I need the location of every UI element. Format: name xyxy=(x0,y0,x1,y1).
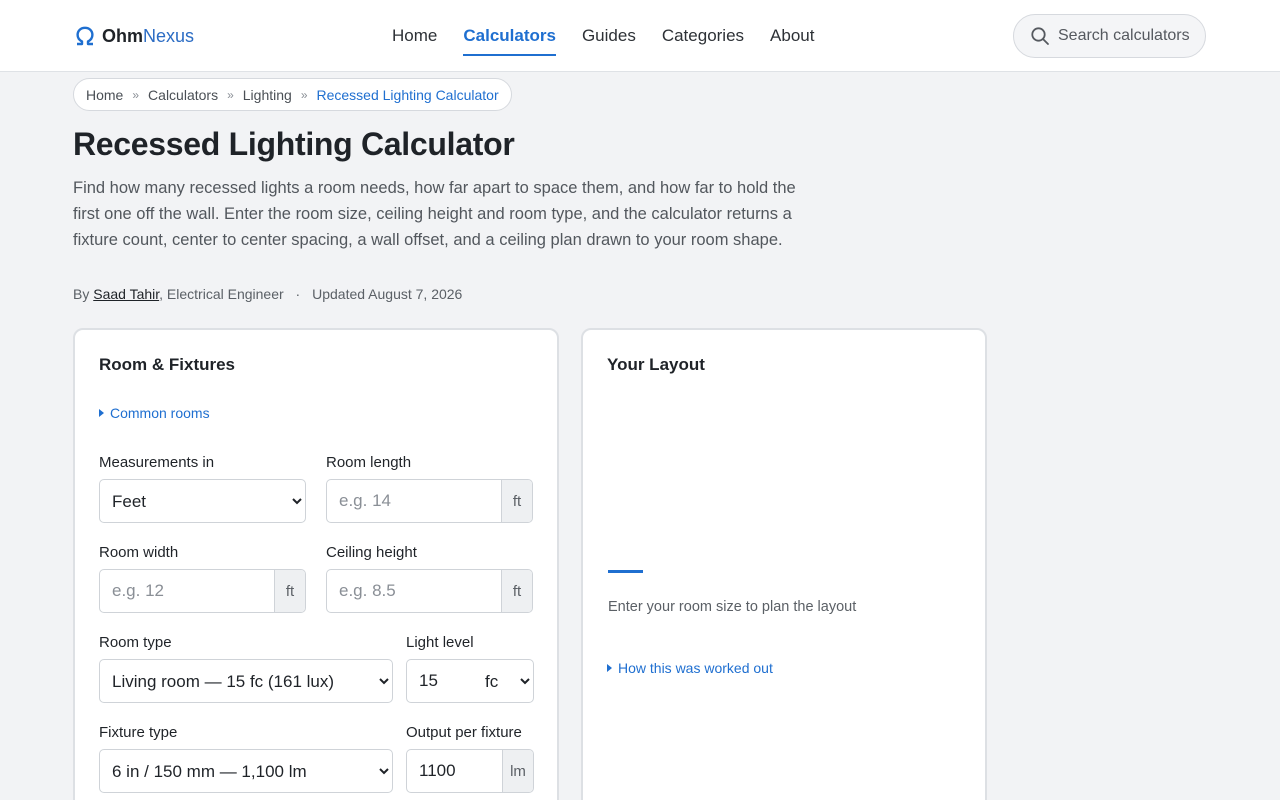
output-label: Output per fixture xyxy=(406,724,522,741)
room-length-field: ft xyxy=(326,479,533,523)
breadcrumb-calculators[interactable]: Calculators xyxy=(148,87,218,103)
disclosure-triangle-icon xyxy=(607,664,612,672)
breadcrumb-separator-icon: » xyxy=(227,87,234,102)
nav-item-calculators[interactable]: Calculators xyxy=(463,0,556,72)
fixture-type-select-wrapper: 6 in / 150 mm — 1,100 lm xyxy=(99,749,393,793)
ceiling-height-field: ft xyxy=(326,569,533,613)
breadcrumb-current[interactable]: Recessed Lighting Calculator xyxy=(317,87,499,103)
layout-card: Your Layout Enter your room size to plan… xyxy=(581,328,987,800)
output-input[interactable] xyxy=(407,750,502,792)
measurements-select-wrapper: Feet xyxy=(99,479,306,523)
light-level-unit-select[interactable]: fc xyxy=(473,660,533,702)
room-width-input[interactable] xyxy=(100,570,274,612)
room-width-unit: ft xyxy=(274,570,305,612)
how-worked-toggle[interactable]: How this was worked out xyxy=(607,660,773,676)
measurements-label: Measurements in xyxy=(99,454,215,471)
byline: By Saad Tahir, Electrical Engineer · Upd… xyxy=(73,286,462,302)
card-title-room-fixtures: Room & Fixtures xyxy=(99,355,236,374)
ceiling-height-unit: ft xyxy=(501,570,532,612)
updated-date: Updated August 7, 2026 xyxy=(312,286,463,302)
fixture-type-select[interactable]: 6 in / 150 mm — 1,100 lm xyxy=(100,750,392,792)
page-title: Recessed Lighting Calculator xyxy=(73,126,515,162)
breadcrumb-home[interactable]: Home xyxy=(86,87,123,103)
breadcrumb: Home » Calculators » Lighting » Recessed… xyxy=(73,78,512,111)
output-unit: lm xyxy=(502,750,533,792)
room-width-label: Room width xyxy=(99,544,179,561)
nav-item-categories[interactable]: Categories xyxy=(662,0,744,72)
search-box[interactable] xyxy=(1013,14,1206,58)
breadcrumb-lighting[interactable]: Lighting xyxy=(243,87,292,103)
light-level-input[interactable] xyxy=(407,660,473,702)
byline-separator: · xyxy=(295,286,301,302)
room-type-select-wrapper: Living room — 15 fc (161 lux) xyxy=(99,659,393,703)
nav-item-about[interactable]: About xyxy=(770,0,814,72)
breadcrumb-separator-icon: » xyxy=(300,87,308,102)
light-level-field: fc xyxy=(406,659,534,703)
empty-state-message: Enter your room size to plan the layout xyxy=(608,599,857,615)
logo-text-secondary: Nexus xyxy=(143,25,195,46)
breadcrumb-separator-icon: » xyxy=(132,87,140,102)
how-worked-label: How this was worked out xyxy=(618,660,773,676)
author-role: , Electrical Engineer xyxy=(159,286,284,302)
room-length-unit: ft xyxy=(501,480,532,522)
room-type-select[interactable]: Living room — 15 fc (161 lux) xyxy=(100,660,392,702)
room-width-field: ft xyxy=(99,569,306,613)
logo-text-primary: Ohm xyxy=(102,25,144,46)
fixture-type-label: Fixture type xyxy=(99,724,178,741)
measurements-select[interactable]: Feet xyxy=(100,480,305,522)
search-icon xyxy=(1031,27,1049,45)
common-rooms-toggle[interactable]: Common rooms xyxy=(99,405,210,421)
main-nav: Home Calculators Guides Categories About xyxy=(392,0,840,72)
common-rooms-label: Common rooms xyxy=(110,405,210,421)
room-length-input[interactable] xyxy=(327,480,501,522)
ceiling-height-label: Ceiling height xyxy=(326,544,417,561)
author-link[interactable]: Saad Tahir xyxy=(93,286,159,302)
light-level-label: Light level xyxy=(406,634,474,651)
accent-divider xyxy=(608,570,643,573)
disclosure-triangle-icon xyxy=(99,409,104,417)
site-logo[interactable]: Ohm Nexus xyxy=(74,24,194,48)
page-intro: Find how many recessed lights a room nee… xyxy=(73,179,796,249)
room-type-label: Room type xyxy=(99,634,172,651)
room-length-label: Room length xyxy=(326,454,412,471)
room-fixtures-card: Room & Fixtures Common rooms Measurement… xyxy=(73,328,559,800)
nav-item-home[interactable]: Home xyxy=(392,0,437,72)
site-header: Ohm Nexus Home Calculators Guides Catego… xyxy=(0,0,1280,72)
byline-prefix: By xyxy=(73,286,90,302)
nav-item-guides[interactable]: Guides xyxy=(582,0,636,72)
card-title-layout: Your Layout xyxy=(607,355,705,374)
omega-logo-icon xyxy=(76,26,94,46)
output-field: lm xyxy=(406,749,534,793)
ceiling-height-input[interactable] xyxy=(327,570,501,612)
search-input[interactable] xyxy=(1058,27,1198,45)
